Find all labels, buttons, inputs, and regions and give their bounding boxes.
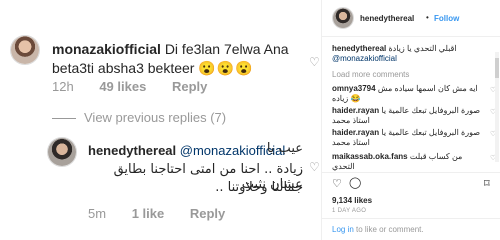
reply-meta: 5m 1 like Reply <box>88 206 247 221</box>
avatar[interactable] <box>47 137 77 167</box>
login-link[interactable]: Log in <box>332 225 354 234</box>
load-more-comments[interactable]: Load more comments <box>332 70 409 79</box>
reply-button[interactable]: Reply <box>172 79 207 94</box>
heart-icon[interactable]: ♡ <box>309 55 320 69</box>
list-item: haider.rayan صورة البروفايل تبعك عالمية … <box>332 128 482 148</box>
avatar[interactable] <box>10 35 40 65</box>
comment-meta: 12h 49 likes Reply <box>52 79 229 94</box>
emoji-text: 😮😮😮 <box>198 60 254 76</box>
list-item: omnya3794 ايه مش كان اسمها سياده مش زياد… <box>332 84 482 104</box>
separator-dot: • <box>426 13 429 22</box>
caption-username[interactable]: henedythereal <box>332 44 386 53</box>
list-item: maikassab.oka.fans من كساب قبلت التحدي <box>332 152 482 172</box>
view-previous-label: View previous replies (7) <box>84 110 227 125</box>
reply-time: 5m <box>88 206 107 221</box>
heart-icon[interactable]: ♡ <box>309 160 320 174</box>
comment-text: monazakiofficial Di fe3lan 7elwa Ana bet… <box>52 40 317 78</box>
post-date: 1 DAY AGO <box>332 208 367 214</box>
comment-username[interactable]: monazakiofficial <box>52 41 161 57</box>
follow-button[interactable]: Follow <box>434 14 459 23</box>
reply-line-3: جمالنا وحلاوتنا .. <box>215 180 303 195</box>
login-rest: to like or comment. <box>353 225 424 234</box>
bookmark-icon[interactable]: ⌑ <box>484 178 496 190</box>
post-username[interactable]: henedythereal <box>360 14 414 23</box>
comment-username[interactable]: maikassab.oka.fans <box>332 152 408 161</box>
caption-text: اقبلي التحدي يا زيادة <box>388 44 457 53</box>
post-likes[interactable]: 9,134 likes <box>332 196 372 205</box>
caption-mention[interactable]: @monazakiofficial <box>332 54 397 63</box>
comment-time: 12h <box>52 79 74 94</box>
post-caption: henedythereal اقبلي التحدي يا زيادة @mon… <box>332 44 492 64</box>
heart-icon[interactable]: ♡ <box>332 178 344 190</box>
scrollbar-thumb[interactable] <box>495 58 499 78</box>
comments-scrollbar[interactable] <box>495 52 499 162</box>
comment-icon[interactable]: ◯ <box>349 177 361 189</box>
post-sidebar: henedythereal • Follow henedythereal اقب… <box>321 0 500 240</box>
comment-username[interactable]: haider.rayan <box>332 128 379 137</box>
login-prompt: Log in to like or comment. <box>332 225 424 234</box>
avatar[interactable] <box>332 7 354 29</box>
reply-line-1: عيب يا <box>266 141 303 156</box>
comment-zoom-panel: monazakiofficial Di fe3lan 7elwa Ana bet… <box>0 0 325 240</box>
comment-likes[interactable]: 49 likes <box>99 79 146 94</box>
divider-line <box>52 118 76 120</box>
comment-username[interactable]: omnya3794 <box>332 84 376 93</box>
list-item: haider.rayan صورة البروفايل تبعك عالمية … <box>332 106 482 126</box>
comment-username[interactable]: haider.rayan <box>332 106 379 115</box>
reply-button[interactable]: Reply <box>190 206 225 221</box>
view-previous-replies[interactable]: View previous replies (7) <box>52 110 226 125</box>
reply-likes[interactable]: 1 like <box>132 206 165 221</box>
post-header: henedythereal • Follow <box>322 0 500 37</box>
